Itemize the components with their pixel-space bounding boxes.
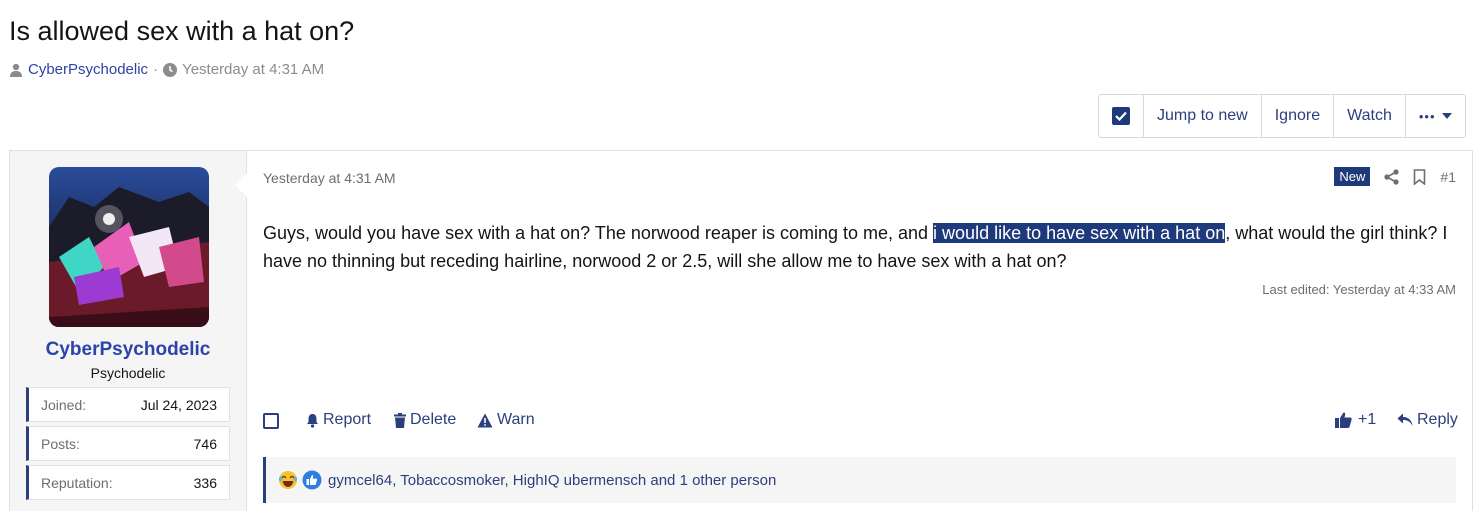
bell-icon [307,413,318,428]
share-icon[interactable] [1384,168,1400,185]
reply-button[interactable]: Reply [1397,411,1458,429]
more-dots-icon: ••• [1418,108,1436,124]
stat-label: Reputation: [41,474,113,491]
post-body-text: Guys, would you have sex with a hat on? … [263,223,934,243]
ignore-button[interactable]: Ignore [1260,95,1333,137]
avatar[interactable] [49,167,209,327]
poster-title: Psychodelic [90,365,166,381]
more-options-button[interactable]: ••• [1404,95,1465,137]
reactions-bar[interactable]: gymcel64, Tobaccosmoker, HighIQ ubermens… [263,457,1456,503]
like-button[interactable]: +1 [1335,411,1376,429]
meta-separator: · [153,61,159,78]
like-reaction-icon [302,470,322,490]
thread-meta: CyberPsychodelic · Yesterday at 4:31 AM [9,61,324,78]
watch-button[interactable]: Watch [1333,95,1405,137]
post-number[interactable]: #1 [1440,169,1456,185]
stat-value[interactable]: 746 [194,436,217,452]
user-sidebar: CyberPsychodelic Psychodelic Joined: Jul… [10,151,247,511]
delete-button[interactable]: Delete [394,411,456,429]
thread-date[interactable]: Yesterday at 4:31 AM [182,61,324,78]
like-count: +1 [1358,411,1377,428]
last-edited: Last edited: Yesterday at 4:33 AM [1262,282,1456,297]
select-thread-checkbox[interactable] [1099,95,1143,137]
stat-value: 336 [193,474,217,491]
post-main: Yesterday at 4:31 AM New #1 Guys, would … [263,151,1458,511]
post: CyberPsychodelic Psychodelic Joined: Jul… [9,150,1473,511]
jump-to-new-button[interactable]: Jump to new [1143,95,1261,137]
laugh-emoji-icon [279,471,297,489]
caret-down-icon [1441,113,1452,119]
post-actions: Report Delete Warn +1 Reply [263,411,1458,435]
clock-icon [163,62,178,77]
reactions-users[interactable]: gymcel64, Tobaccosmoker, HighIQ ubermens… [328,472,776,489]
post-tools: New #1 [1334,167,1456,186]
warn-label: Warn [497,411,535,428]
stat-value: Jul 24, 2023 [140,396,217,413]
delete-label: Delete [410,411,457,428]
stat-label: Posts: [41,435,80,452]
report-button[interactable]: Report [306,411,371,429]
trash-icon [394,412,406,428]
thread-author-link[interactable]: CyberPsychodelic [28,61,148,78]
stat-reputation: Reputation: 336 [26,465,230,500]
report-label: Report [323,411,372,428]
post-arrow [235,173,247,197]
thread-toolbar: Jump to new Ignore Watch ••• [1098,94,1466,138]
stat-posts: Posts: 746 [26,426,230,461]
select-post-checkbox[interactable] [263,413,279,429]
stat-label: Joined: [41,396,87,413]
new-badge: New [1334,167,1371,186]
warning-icon [477,413,493,427]
thread-title: Is allowed sex with a hat on? [9,16,355,46]
warn-button[interactable]: Warn [477,411,535,429]
poster-username[interactable]: CyberPsychodelic [10,339,246,361]
post-date[interactable]: Yesterday at 4:31 AM [263,170,396,186]
bookmark-icon[interactable] [1413,168,1426,185]
stat-joined: Joined: Jul 24, 2023 [26,387,230,422]
post-body: Guys, would you have sex with a hat on? … [263,219,1448,275]
reply-label: Reply [1417,411,1458,428]
checkmark-icon [1112,107,1130,125]
thumbs-up-icon [1335,412,1352,428]
selected-text: i would like to have sex with a hat on [933,223,1226,243]
reply-icon [1397,413,1413,426]
user-icon [10,63,22,77]
